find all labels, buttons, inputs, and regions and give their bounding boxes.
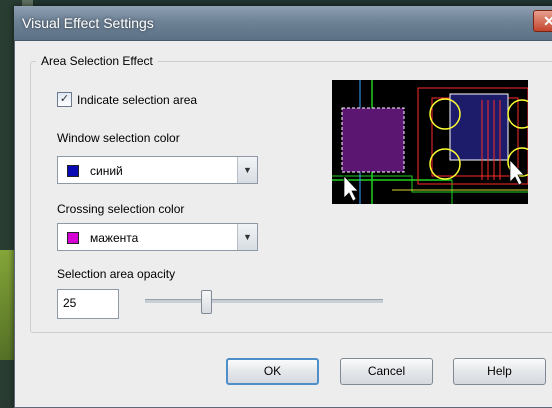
chevron-down-icon[interactable]: ▼	[237, 157, 257, 183]
window-title: Visual Effect Settings	[22, 15, 154, 31]
group-label: Area Selection Effect	[36, 54, 158, 68]
window-color-select[interactable]: синий ▼	[57, 156, 258, 184]
window-color-swatch	[67, 165, 79, 177]
cancel-button[interactable]: Cancel	[340, 358, 433, 385]
window-color-label: Window selection color	[57, 131, 180, 145]
ok-button[interactable]: OK	[226, 358, 319, 385]
help-button[interactable]: Help	[453, 358, 546, 385]
title-bar[interactable]: Visual Effect Settings ✕	[14, 6, 552, 41]
opacity-slider-track[interactable]	[145, 299, 383, 303]
selection-preview-image	[332, 80, 528, 204]
close-button[interactable]: ✕	[533, 10, 552, 32]
crossing-color-value: мажента	[90, 231, 139, 245]
indicate-selection-checkbox[interactable]: ✓	[57, 92, 72, 107]
opacity-label: Selection area opacity	[57, 267, 176, 281]
indicate-selection-label: Indicate selection area	[77, 92, 198, 107]
crossing-color-select[interactable]: мажента ▼	[57, 223, 258, 251]
crossing-color-swatch	[67, 232, 79, 244]
indicate-selection-row[interactable]: ✓ Indicate selection area	[57, 92, 197, 107]
chevron-down-icon[interactable]: ▼	[237, 224, 257, 250]
opacity-slider-thumb[interactable]	[201, 290, 212, 314]
crossing-color-label: Crossing selection color	[57, 202, 185, 216]
opacity-input[interactable]: 25	[57, 289, 119, 319]
window-color-value: синий	[90, 164, 123, 178]
